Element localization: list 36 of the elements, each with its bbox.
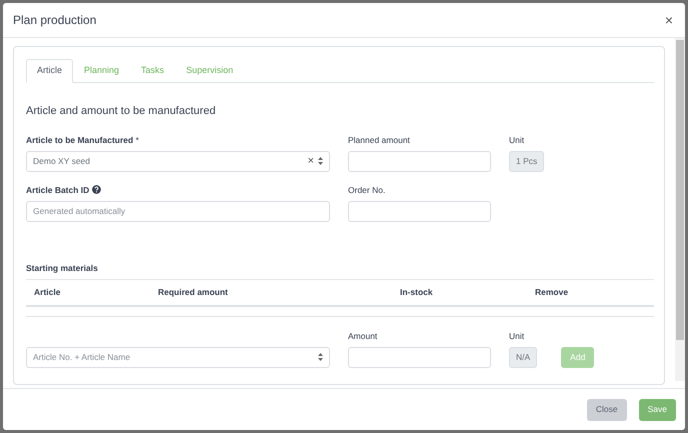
input-field[interactable]: Generated automatically (26, 200, 330, 222)
select-field[interactable]: Demo XY seed × (26, 150, 330, 172)
scrollbar[interactable] (675, 38, 685, 381)
sort-arrows-icon (318, 353, 323, 361)
tab[interactable]: Planning (73, 59, 130, 83)
input-field[interactable] (348, 346, 491, 368)
save-button[interactable]: Save (638, 398, 676, 420)
tab[interactable]: Article (26, 59, 74, 83)
field-label: Order No. (348, 184, 386, 196)
clear-button[interactable]: × (308, 152, 314, 170)
placeholder-text: Article No. + Article Name (33, 350, 130, 364)
column-header: Required amount (158, 286, 229, 298)
modal-title: Plan production (13, 12, 96, 29)
field-label: Amount (348, 330, 378, 342)
field-label: Article to be Manufactured * (26, 134, 140, 146)
column-header: Remove (535, 286, 568, 298)
help-icon[interactable] (92, 184, 102, 194)
tab[interactable]: Tasks (130, 59, 176, 83)
input-field[interactable] (348, 150, 491, 172)
section-title: Article and amount to be manufactured (26, 104, 217, 119)
field-label: Unit (509, 330, 526, 342)
field-label: Planned amount (348, 134, 411, 146)
tab[interactable]: Supervision (175, 59, 244, 83)
close-button[interactable]: × (662, 13, 675, 27)
field-label: Article Batch ID (26, 184, 90, 194)
input-field[interactable] (348, 200, 491, 222)
required-mark: * (136, 134, 139, 144)
close-button[interactable]: Close (586, 398, 627, 420)
select-field[interactable]: Article No. + Article Name (26, 346, 330, 368)
column-header: Article (33, 286, 62, 298)
sort-arrows-icon (318, 157, 323, 165)
field-label: Unit (509, 134, 526, 146)
unit-field: 1 Pcs (509, 150, 544, 172)
column-header: In-stock (400, 286, 434, 298)
unit-field: N/A (509, 346, 538, 368)
section-subtitle: Starting materials (26, 262, 99, 274)
